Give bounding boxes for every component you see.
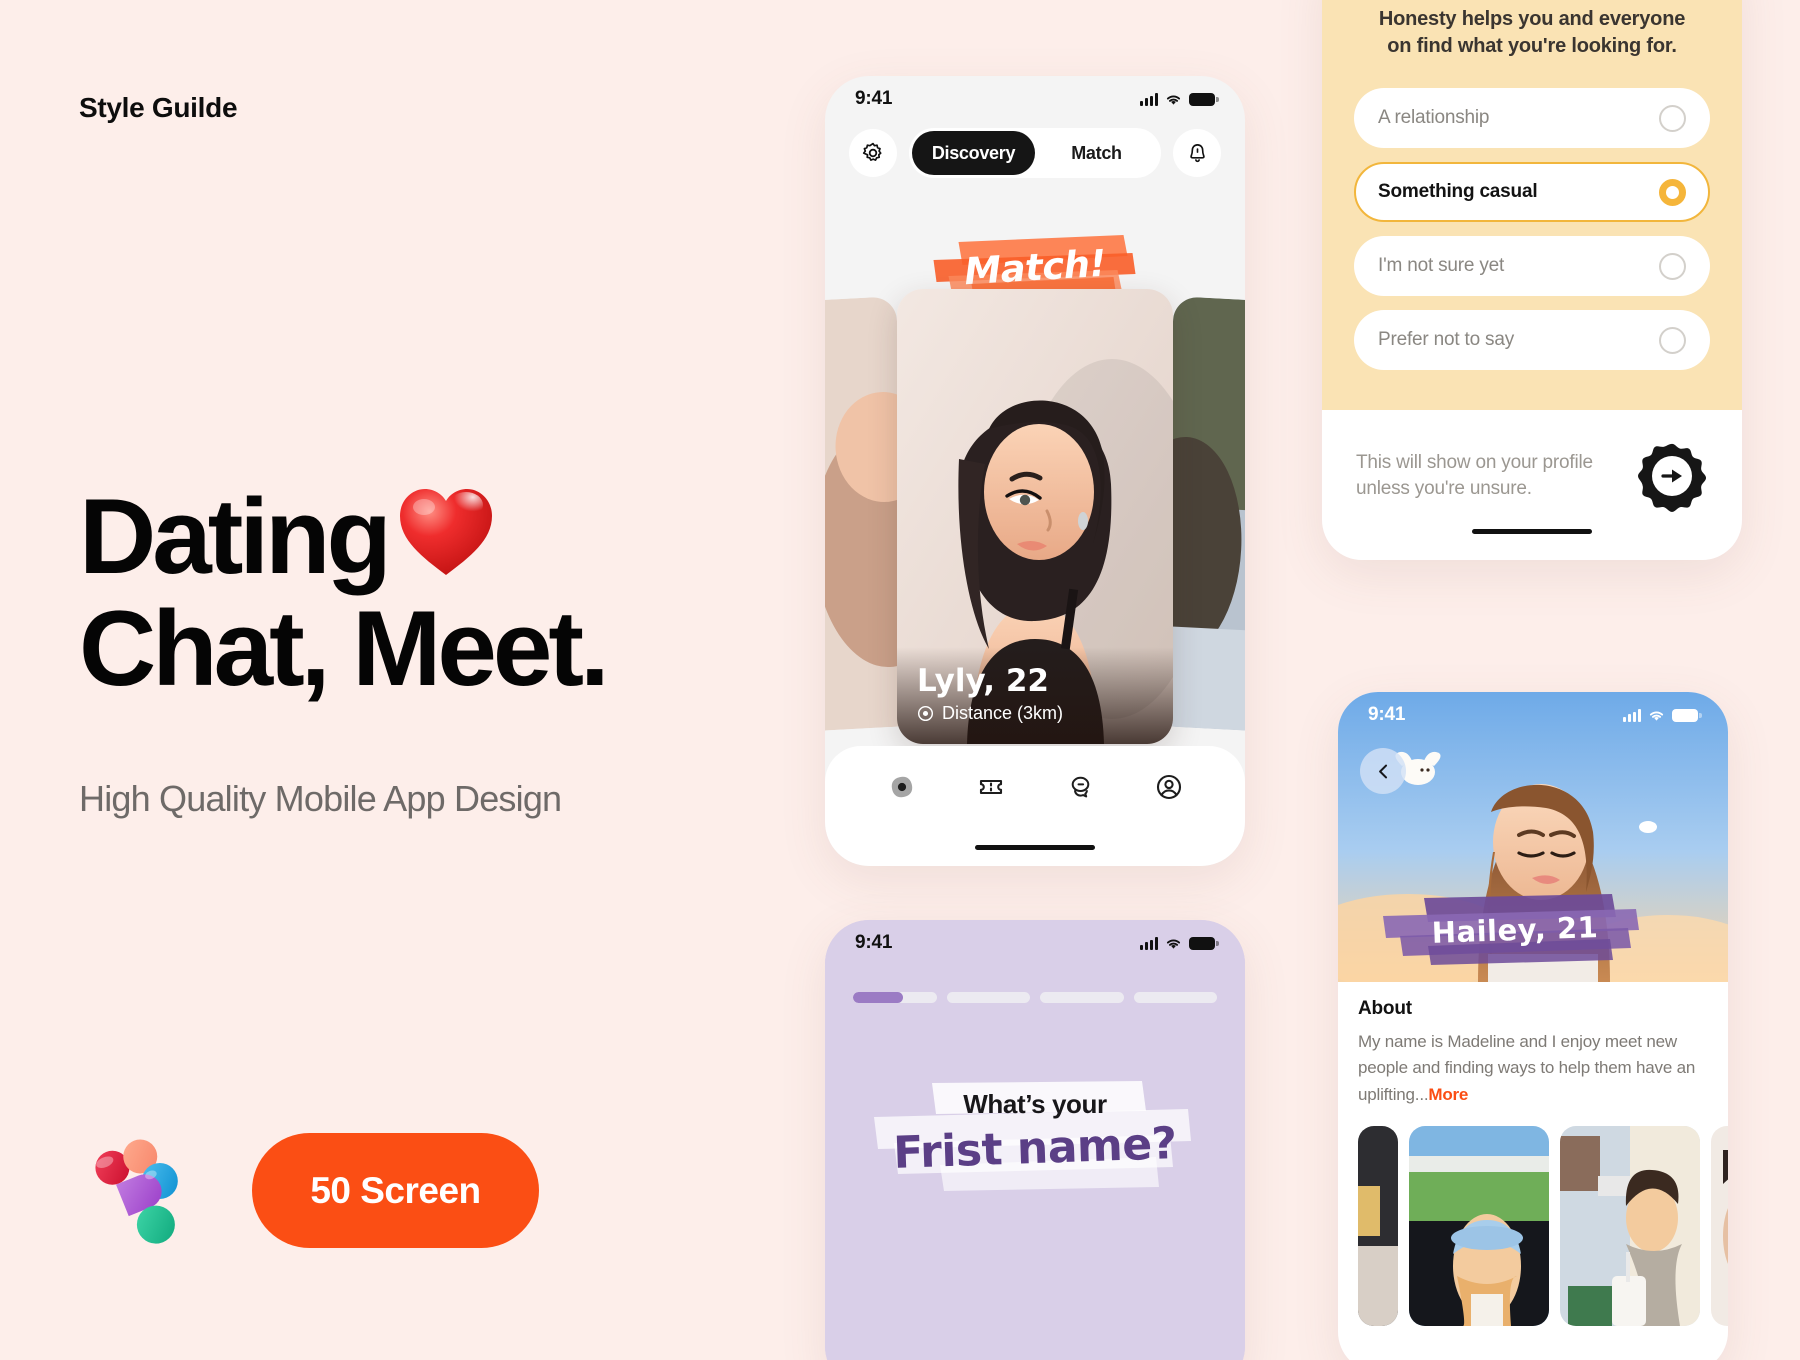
progress-segment: [1040, 992, 1124, 1003]
battery-icon: [1672, 708, 1702, 722]
status-time: 9:41: [855, 932, 893, 953]
profile-about-section: About My name is Madeline and I enjoy me…: [1338, 982, 1728, 1108]
gear-icon: [862, 142, 882, 161]
intent-footer-text: This will show on your profile unless yo…: [1356, 450, 1593, 502]
profile-card-caption: Lyly, 22 Distance (3km): [897, 647, 1173, 744]
progress-segment: [1133, 992, 1217, 1003]
photo-gallery: [1338, 1108, 1728, 1327]
profile-name-age: Lyly, 22: [917, 663, 1049, 700]
about-text: My name is Madeline and I enjoy meet new…: [1358, 1029, 1708, 1108]
intent-options-section: Honesty helps you and everyone on find w…: [1322, 0, 1742, 410]
profile-hero: 9:41 Hailey, 21: [1338, 692, 1728, 982]
question-sticker: What’s your Frist name?: [870, 1081, 1200, 1191]
bottom-tab-bar: [825, 746, 1245, 866]
notifications-button[interactable]: [1173, 129, 1221, 177]
radio-icon: [1659, 252, 1686, 280]
gallery-item[interactable]: [1711, 1126, 1728, 1327]
intent-heading-line-2: on find what you're looking for.: [1387, 35, 1677, 57]
hero-subtitle: High Quality Mobile App Design: [79, 778, 562, 819]
question-line-1: What’s your: [963, 1089, 1107, 1119]
tab-discover[interactable]: [883, 768, 921, 806]
hero-line-1: Dating: [79, 476, 392, 596]
onboarding-phone: 9:41 What’s your Frist name?: [825, 920, 1245, 1360]
discovery-match-segmented-control: Discovery Match: [909, 128, 1161, 178]
heart-3d-icon: [394, 483, 498, 578]
hero-line-2: Chat, Meet.: [79, 588, 610, 709]
wifi-icon: [1166, 95, 1181, 105]
option-label: Prefer not to say: [1378, 329, 1515, 350]
radio-icon: [1659, 104, 1686, 132]
intent-footer-line-2: unless you're unsure.: [1356, 478, 1532, 499]
profile-card[interactable]: Lyly, 22 Distance (3km): [897, 289, 1173, 744]
status-bar: 9:41: [1338, 692, 1728, 738]
onboarding-screen: 9:41 What’s your Frist name?: [825, 920, 1245, 1360]
status-time: 9:41: [1368, 704, 1406, 725]
screen-count-button[interactable]: 50 Screen: [252, 1133, 539, 1248]
about-title: About: [1358, 998, 1412, 1019]
battery-icon: [1189, 936, 1219, 950]
tab-tickets[interactable]: [972, 768, 1010, 806]
battery-icon: [1189, 92, 1219, 106]
ticket-icon: [979, 779, 1002, 795]
discovery-header: Discovery Match: [825, 122, 1245, 178]
bell-icon: [1189, 143, 1205, 162]
tab-match[interactable]: Match: [1035, 131, 1158, 175]
continue-button[interactable]: [1636, 440, 1708, 512]
gallery-item[interactable]: [1560, 1126, 1700, 1327]
option-label: A relationship: [1378, 107, 1490, 128]
status-bar: 9:41: [825, 76, 1245, 122]
option-prefer-not-to-say[interactable]: Prefer not to say: [1354, 310, 1710, 370]
intent-heading: Honesty helps you and everyone on find w…: [1354, 6, 1710, 60]
design-canvas: Style Guilde Dating Chat, Meet. High Qua…: [0, 0, 1800, 1360]
signal-icon: [1140, 936, 1158, 950]
name-sticker: Hailey, 21: [1380, 894, 1650, 966]
intent-footer: This will show on your profile unless yo…: [1322, 410, 1742, 512]
burst-arrow-icon: [1638, 443, 1707, 512]
settings-button[interactable]: [849, 129, 897, 177]
option-im-not-sure-yet[interactable]: I'm not sure yet: [1354, 236, 1710, 296]
back-button[interactable]: [1360, 748, 1406, 794]
tab-profile[interactable]: [1150, 768, 1188, 806]
location-pin-icon: [917, 705, 934, 722]
discover-icon: [891, 776, 912, 798]
option-label: I'm not sure yet: [1378, 255, 1505, 276]
profile-name-age: Hailey, 21: [1431, 910, 1599, 950]
profile-distance: Distance (3km): [942, 703, 1064, 723]
gallery-item[interactable]: [1409, 1126, 1549, 1327]
signal-icon: [1140, 92, 1158, 106]
wifi-icon: [1649, 711, 1664, 721]
profile-phone: 9:41 Hailey, 21 About My name is Madelin…: [1338, 692, 1728, 1360]
tab-chat[interactable]: [1061, 768, 1099, 806]
chat-icon: [1071, 776, 1089, 798]
option-label: Something casual: [1378, 181, 1538, 202]
option-something-casual[interactable]: Something casual: [1354, 162, 1710, 222]
radio-icon-selected: [1659, 178, 1686, 206]
hero-heading: Dating Chat, Meet.: [79, 480, 779, 705]
progress-fill: [853, 992, 904, 1003]
progress-segment: [946, 992, 1030, 1003]
status-bar: 9:41: [825, 920, 1245, 966]
wifi-icon: [1166, 939, 1181, 949]
gallery-item[interactable]: [1358, 1126, 1398, 1327]
intent-heading-line-1: Honesty helps you and everyone: [1378, 8, 1686, 30]
profile-card-stack: Lyly, 22 Distance (3km): [825, 289, 1245, 744]
chevron-left-icon: [1378, 764, 1387, 778]
status-time: 9:41: [855, 88, 893, 109]
tab-discovery[interactable]: Discovery: [912, 131, 1035, 175]
about-body: My name is Madeline and I enjoy meet new…: [1358, 1032, 1696, 1104]
intent-panel: Honesty helps you and everyone on find w…: [1322, 0, 1742, 560]
discovery-phone: 9:41 Discovery Match Match! Lyly, 22 Dis…: [825, 76, 1245, 866]
more-link[interactable]: More: [1428, 1085, 1468, 1104]
intent-footer-line-1: This will show on your profile: [1356, 451, 1593, 473]
radio-icon: [1659, 326, 1686, 354]
home-indicator: [1472, 529, 1592, 534]
home-indicator: [975, 845, 1095, 850]
page-title: Style Guilde: [79, 92, 238, 123]
progress-segment: [853, 992, 937, 1003]
figma-3d-logo: [95, 1128, 205, 1258]
signal-icon: [1623, 708, 1641, 722]
option-a-relationship[interactable]: A relationship: [1354, 88, 1710, 148]
profile-icon: [1156, 774, 1181, 800]
onboarding-progress: [825, 966, 1245, 1003]
